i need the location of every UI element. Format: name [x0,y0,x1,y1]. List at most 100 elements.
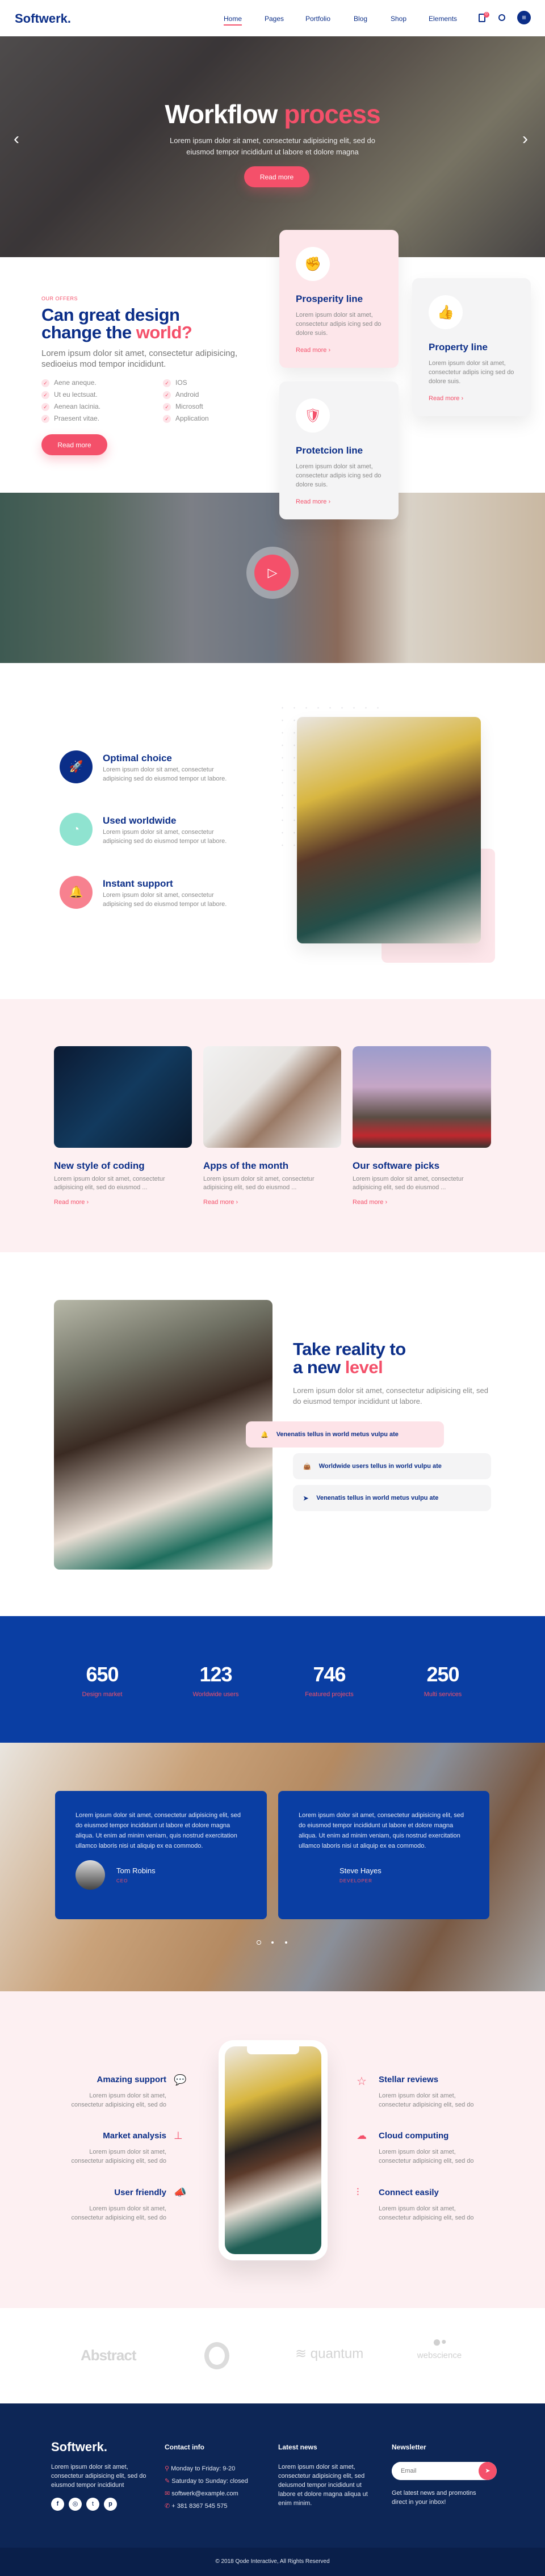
play-icon[interactable]: ▷ [254,555,291,591]
menu-icon[interactable]: ≡ [517,11,531,24]
rocket-icon: 🚀 [60,750,93,783]
offers-read-more-button[interactable]: Read more [41,434,107,455]
feature-title: Used worldwide [103,815,177,826]
thumbs-up-icon: 👍 [429,295,463,329]
london-photo[interactable] [353,1046,491,1148]
feature-title: Instant support [103,878,173,889]
offer-card-prosperity[interactable]: ✊ Prosperity line Lorem ipsum dolor sit … [279,230,399,368]
feature-pill[interactable]: ➤ Venenatis tellus in world metus vulpu a… [293,1485,491,1511]
phone-link[interactable]: ✆ + 381 8367 545 575 [165,2500,248,2512]
email-input[interactable] [392,2462,477,2480]
blog-post: Apps of the month Lorem ipsum dolor sit … [203,1046,341,1206]
email-link[interactable]: ✉ softwerk@example.com [165,2487,248,2500]
chat-bubbles-icon: 💬 [174,2074,187,2086]
post-title[interactable]: Our software picks [353,1160,491,1172]
feature-pill[interactable]: 🔔 Venenatis tellus in world metus vulpu a… [246,1421,444,1448]
testimonial-text: Lorem ipsum dolor sit amet, consectetur … [299,1812,464,1849]
nav-blog[interactable]: Blog [354,15,367,23]
blog-post: New style of coding Lorem ipsum dolor si… [54,1046,192,1206]
app-feature-item: Connect easily Lorem ipsum dolor sit amet… [379,2188,474,2221]
send-icon[interactable]: ➤ [479,2462,497,2480]
logo[interactable]: Softwerk. [15,11,71,26]
list-item: ✓ Microsoft [163,402,209,414]
author-role: DEVELOPER [339,1878,372,1883]
author-role: CEO [116,1878,128,1883]
news-text: Lorem ipsum dolor sit amet, consectetur … [278,2464,368,2507]
app-feature-item: Amazing support Lorem ipsum dolor sit ame… [71,2075,166,2108]
pinterest-icon[interactable]: p [104,2498,117,2511]
client-logos: Abstract ≋ quantum ●• webscience [0,2308,545,2403]
carousel-dot-active[interactable] [257,1940,261,1945]
post-read-more-link[interactable]: Read more › [353,1199,491,1206]
stat-item: 650 Design market [82,1663,123,1698]
facebook-icon[interactable]: f [51,2498,64,2511]
next-slide-arrow-icon[interactable]: › [522,129,528,149]
author-name: Steve Hayes [339,1866,382,1875]
offers-eyebrow: OUR OFFERS [41,296,78,301]
feature-pill[interactable]: 👜 Worldwide users tellus in world vulpu a… [293,1453,491,1479]
logo-abstract[interactable]: Abstract [81,2347,136,2364]
logo-quantum[interactable]: ≋ quantum [295,2346,363,2362]
avatar [299,1860,328,1890]
prev-slide-arrow-icon[interactable]: ‹ [14,129,19,149]
cloud-upload-icon: ☁ [357,2130,367,2141]
feature-title: Optimal choice [103,753,172,763]
testimonial-text: Lorem ipsum dolor sit amet, consectetur … [76,1812,241,1849]
post-excerpt: Lorem ipsum dolor sit amet, consectetur … [353,1176,464,1191]
reality-section: Take reality to a new level Lorem ipsum d… [0,1252,545,1616]
twitter-icon[interactable]: t [86,2498,99,2511]
stat-item: 250 Multi services [424,1663,462,1698]
contact-title: Contact info [165,2443,204,2451]
post-read-more-link[interactable]: Read more › [203,1199,341,1206]
feature-text: Lorem ipsum dolor sit amet, consectetur … [103,766,227,782]
instagram-icon[interactable]: ◎ [69,2498,82,2511]
card-text: Lorem ipsum dolor sit amet, consectetur … [296,463,382,488]
hero-read-more-button[interactable]: Read more [244,166,309,187]
site-footer: Softwerk. Lorem ipsum dolor sit amet, co… [0,2403,545,2548]
testimonial-card: Lorem ipsum dolor sit amet, consectetur … [278,1791,489,1919]
card-read-more-link[interactable]: Read more › [296,498,382,505]
list-item: ✓ Aene aneque. [41,379,100,391]
hero-slider: Workflow process Lorem ipsum dolor sit a… [0,36,545,257]
bell-icon: 🔔 [60,876,93,909]
offers-text: Lorem ipsum dolor sit amet, consectetur … [41,349,238,369]
app-feature-item: Stellar reviews Lorem ipsum dolor sit ame… [379,2075,474,2108]
card-read-more-link[interactable]: Read more › [296,347,382,354]
card-read-more-link[interactable]: Read more › [429,395,514,402]
logo-circle[interactable] [204,2342,229,2369]
logo-webscience[interactable]: ●• webscience [417,2333,462,2360]
newsletter-text: Get latest news and promotins direct in … [392,2490,476,2506]
nav-portfolio[interactable]: Portfolio [305,15,330,23]
card-title: Prosperity line [296,293,363,304]
search-icon[interactable] [498,14,505,21]
megaphone-icon: 📣 [174,2187,187,2198]
location-pin-icon: ⚲ [165,2465,170,2472]
card-title: Property line [429,342,488,353]
code-screen-photo[interactable] [54,1046,192,1148]
carousel-dot[interactable] [271,1941,274,1944]
nav-home[interactable]: Home [224,15,242,26]
author-name: Tom Robins [116,1866,156,1875]
post-read-more-link[interactable]: Read more › [54,1199,192,1206]
phone-hands-photo[interactable] [203,1046,341,1148]
shield-check-icon: 🛡 [296,398,330,433]
post-excerpt: Lorem ipsum dolor sit amet, consectetur … [54,1176,165,1191]
sliders-icon: ⫶ [357,2187,359,2198]
app-feature-item: User friendly Lorem ipsum dolor sit amet,… [71,2188,166,2221]
offer-card-property[interactable]: 👍 Property line Lorem ipsum dolor sit am… [412,278,531,416]
avatar [76,1860,105,1890]
blog-post: Our software picks Lorem ipsum dolor sit… [353,1046,491,1206]
nav-shop[interactable]: Shop [391,15,406,23]
post-title[interactable]: New style of coding [54,1160,192,1172]
offer-card-protection[interactable]: 🛡 Protetcion line Lorem ipsum dolor sit … [279,381,399,519]
star-icon: ☆ [357,2075,367,2088]
bell-icon: 🔔 [261,1431,269,1438]
footer-logo[interactable]: Softwerk. [51,2440,107,2455]
nav-pages[interactable]: Pages [265,15,284,23]
nav-elements[interactable]: Elements [429,15,457,23]
post-title[interactable]: Apps of the month [203,1160,341,1172]
check-icon: ✓ [163,391,171,399]
card-title: Protetcion line [296,445,363,456]
vr-woman-photo [225,2046,321,2254]
carousel-dot[interactable] [285,1941,287,1944]
